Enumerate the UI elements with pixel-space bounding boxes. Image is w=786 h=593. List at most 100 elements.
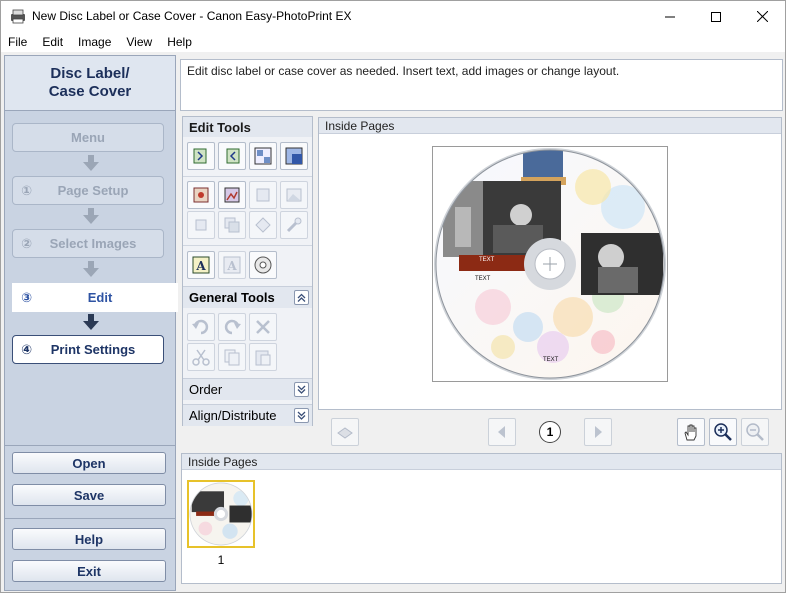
step-print-settings-label: Print Settings [50,342,136,357]
minimize-icon [665,16,675,17]
step-print-settings[interactable]: ④ Print Settings [12,335,164,364]
image-adjust-icon [256,188,270,202]
save-button[interactable]: Save [12,484,166,506]
copy-button[interactable] [218,343,246,371]
general-tools-header[interactable]: General Tools [183,286,312,308]
align-distribute-label: Align/Distribute [189,408,277,423]
collapse-icon[interactable] [294,290,309,305]
disc-text-1[interactable]: TEXT [479,257,495,263]
panel-title: Disc Label/ Case Cover [5,56,175,111]
step-select-images[interactable]: ② Select Images [12,229,164,258]
title-bar: New Disc Label or Case Cover - Canon Eas… [1,1,785,32]
step-edit[interactable]: ③ Edit [12,283,178,312]
expand-icon[interactable] [294,408,309,423]
zoom-in-icon [714,423,732,441]
disc-label-canvas[interactable]: TEXT TEXT TEXT [433,147,667,381]
disc-text-2[interactable]: TEXT [475,276,491,282]
help-button[interactable]: Help [12,528,166,550]
align-distribute-header[interactable]: Align/Distribute [183,404,312,426]
circular-text-button[interactable] [249,251,277,279]
menu-help[interactable]: Help [160,32,200,52]
add-text-button[interactable]: A [187,251,215,279]
vertical-text-button[interactable]: A [218,251,246,279]
edit-image-button[interactable] [218,181,246,209]
down-arrow-icon [83,314,99,330]
layout-icon [254,147,272,165]
rotate-left-layout-button[interactable] [187,142,215,170]
undo-icon [192,319,209,335]
navigation-panel: Disc Label/ Case Cover Menu ① Page Setup… [4,55,178,591]
add-image-button[interactable] [187,181,215,209]
image-adjust-button[interactable] [249,181,277,209]
menu-file[interactable]: File [1,32,35,52]
zoom-in-button[interactable] [709,418,737,446]
chevron-left-icon [498,426,505,438]
image-effect-button[interactable] [280,181,308,209]
redo-icon [224,319,241,335]
step-page-setup-label: Page Setup [57,183,129,198]
thumbnail-label: 1 [217,553,225,567]
chevron-right-icon [595,426,602,438]
menu-view[interactable]: View [119,32,160,52]
zoom-out-icon [746,423,764,441]
print-paper: TEXT TEXT TEXT [432,146,668,382]
step-select-images-label: Select Images [49,236,137,251]
undo-button[interactable] [187,313,215,341]
rotate-image-button[interactable] [249,211,277,239]
background-icon [285,147,303,165]
down-arrow-icon [83,155,99,171]
down-arrow-icon [83,261,99,277]
menu-edit[interactable]: Edit [35,32,71,52]
thumbnail-header: Inside Pages [182,454,781,470]
hand-tool-button[interactable] [677,418,705,446]
panel-title-line2: Case Cover [48,83,132,100]
divider [5,518,175,519]
down-arrow-icon [83,208,99,224]
open-button[interactable]: Open [12,452,166,474]
delete-button[interactable] [249,313,277,341]
next-page-button[interactable] [584,418,612,446]
maximize-button[interactable] [693,1,739,32]
menu-image[interactable]: Image [71,32,119,52]
expand-icon[interactable] [294,382,309,397]
add-image-icon [193,187,209,203]
step-edit-number: ③ [21,289,33,305]
step-page-setup-number: ① [21,182,33,198]
layer-button[interactable] [218,211,246,239]
rotate-layout-icon [226,148,240,164]
close-icon [756,11,768,22]
paste-button[interactable] [249,343,277,371]
step-page-setup[interactable]: ① Page Setup [12,176,164,205]
disc-text-3[interactable]: TEXT [543,357,559,363]
general-tools-label: General Tools [189,290,275,305]
close-button[interactable] [739,1,785,32]
layout-print-button[interactable] [331,418,359,446]
crop-icon [195,219,207,231]
copy-icon [224,349,240,366]
app-icon [11,9,25,24]
previous-page-button[interactable] [488,418,516,446]
page-preview: Inside Pages TEXT TEXT TEXT [318,117,782,410]
cut-button[interactable] [187,343,215,371]
thumbnail-disc-image [189,482,253,546]
zoom-out-button[interactable] [741,418,769,446]
minimize-button[interactable] [647,1,693,32]
order-header[interactable]: Order [183,378,312,400]
wrench-icon [286,217,302,233]
tools-panel: Edit Tools A A General Tools Order Align… [182,116,313,426]
delete-icon [256,320,270,334]
background-button[interactable] [280,142,308,170]
crop-button[interactable] [187,211,215,239]
select-layout-button[interactable] [249,142,277,170]
exit-button[interactable]: Exit [12,560,166,582]
svg-text:A: A [195,259,206,273]
window-title: New Disc Label or Case Cover - Canon Eas… [32,9,352,23]
redo-button[interactable] [218,313,246,341]
tool-settings-button[interactable] [280,211,308,239]
step-menu[interactable]: Menu [12,123,164,152]
rotate-right-layout-button[interactable] [218,142,246,170]
text-icon: A [192,256,210,274]
instruction-text: Edit disc label or case cover as needed.… [180,59,783,111]
page-thumbnail[interactable] [187,480,255,548]
divider [5,445,175,446]
